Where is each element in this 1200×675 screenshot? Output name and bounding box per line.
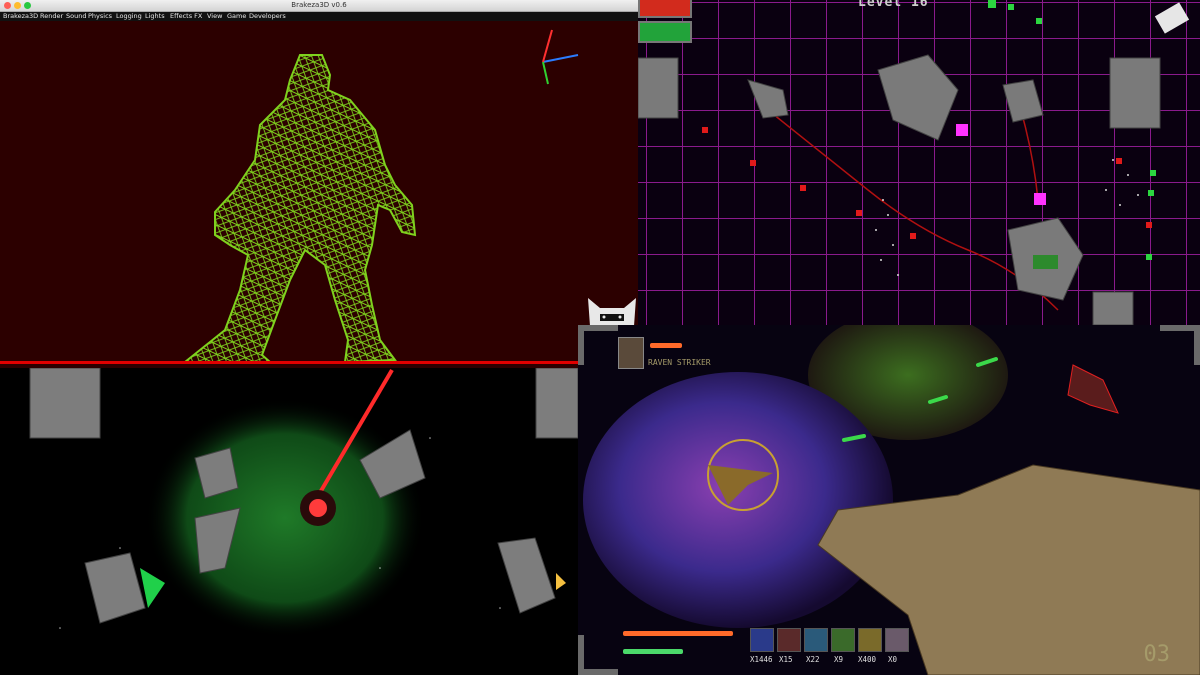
menu-bar: Brakeza3D Render Sound Physics Logging L… bbox=[0, 12, 638, 21]
nebula-scene-art bbox=[29, 368, 578, 638]
brakeza3d-editor-window: Brakeza3D v0.6 Brakeza3D Render Sound Ph… bbox=[0, 0, 638, 368]
menu-logging[interactable]: Logging bbox=[116, 12, 142, 21]
pilot-portrait bbox=[618, 337, 644, 369]
inventory-count: X9 bbox=[834, 655, 844, 664]
space-cockpit-scene: RAVEN STRIKER X1446 X15 X22 X9 X400 X0 0… bbox=[578, 325, 1200, 675]
pilot-name: RAVEN STRIKER bbox=[648, 358, 711, 367]
menu-developers[interactable]: Developers bbox=[249, 12, 286, 21]
menu-effects-fx[interactable]: Effects FX bbox=[170, 12, 202, 21]
inventory-count: X0 bbox=[888, 655, 898, 664]
inventory-count: X400 bbox=[858, 655, 877, 664]
inventory-slot-blue-orb[interactable] bbox=[750, 628, 774, 652]
floor-line bbox=[0, 361, 638, 364]
3d-viewport[interactable] bbox=[0, 21, 638, 368]
inventory-slot-coin[interactable] bbox=[858, 628, 882, 652]
inventory-count: X22 bbox=[806, 655, 820, 664]
inventory-slot-burst[interactable] bbox=[777, 628, 801, 652]
menu-sound[interactable]: Sound bbox=[66, 12, 86, 21]
health-bar bbox=[638, 0, 692, 18]
grid-arena-scene: Level 16 bbox=[638, 0, 1200, 325]
inventory-count: X15 bbox=[779, 655, 793, 664]
inventory-slot-missile[interactable] bbox=[831, 628, 855, 652]
inventory-slot-shield[interactable] bbox=[804, 628, 828, 652]
menu-render[interactable]: Render bbox=[40, 12, 63, 21]
window-titlebar: Brakeza3D v0.6 bbox=[0, 0, 638, 12]
menu-game[interactable]: Game bbox=[227, 12, 246, 21]
inventory-count: X1446 bbox=[750, 655, 773, 664]
wireframe-model bbox=[182, 29, 579, 364]
nebula-battle-scene bbox=[0, 368, 578, 675]
menu-brakeza3d[interactable]: Brakeza3D bbox=[3, 12, 38, 21]
level-label: Level 16 bbox=[858, 0, 929, 10]
menu-lights[interactable]: Lights bbox=[145, 12, 165, 21]
inventory-slot-pilot[interactable] bbox=[885, 628, 909, 652]
energy-bar bbox=[638, 21, 692, 43]
score-counter: 03 bbox=[1143, 642, 1171, 667]
arena-grid bbox=[638, 0, 1200, 325]
window-title: Brakeza3D v0.6 bbox=[291, 1, 347, 9]
cat-logo-icon bbox=[588, 298, 636, 326]
menu-view[interactable]: View bbox=[207, 12, 222, 21]
cockpit-scene-art bbox=[578, 325, 1200, 675]
menu-physics[interactable]: Physics bbox=[88, 12, 112, 21]
